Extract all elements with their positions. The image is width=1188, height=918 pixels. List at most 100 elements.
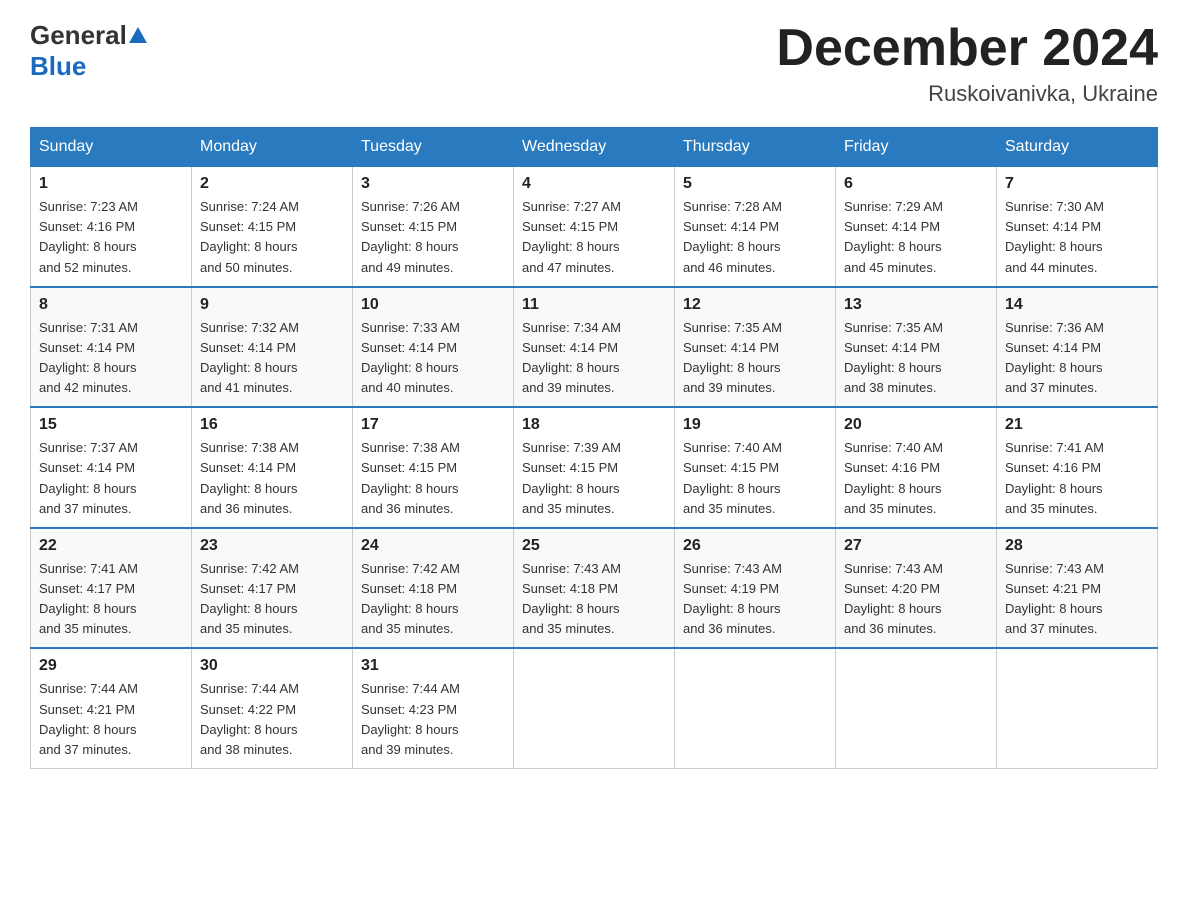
- day-info: Sunrise: 7:35 AM Sunset: 4:14 PM Dayligh…: [683, 318, 827, 399]
- day-info: Sunrise: 7:31 AM Sunset: 4:14 PM Dayligh…: [39, 318, 183, 399]
- calendar-cell: 29 Sunrise: 7:44 AM Sunset: 4:21 PM Dayl…: [31, 648, 192, 768]
- title-block: December 2024 Ruskoivanivka, Ukraine: [776, 20, 1158, 107]
- header-tuesday: Tuesday: [353, 128, 514, 167]
- calendar-cell: 21 Sunrise: 7:41 AM Sunset: 4:16 PM Dayl…: [997, 407, 1158, 528]
- calendar-cell: 14 Sunrise: 7:36 AM Sunset: 4:14 PM Dayl…: [997, 287, 1158, 408]
- day-number: 26: [683, 537, 827, 555]
- calendar-cell: 26 Sunrise: 7:43 AM Sunset: 4:19 PM Dayl…: [675, 528, 836, 649]
- week-row-2: 8 Sunrise: 7:31 AM Sunset: 4:14 PM Dayli…: [31, 287, 1158, 408]
- day-info: Sunrise: 7:44 AM Sunset: 4:22 PM Dayligh…: [200, 679, 344, 760]
- calendar-cell: 17 Sunrise: 7:38 AM Sunset: 4:15 PM Dayl…: [353, 407, 514, 528]
- day-info: Sunrise: 7:44 AM Sunset: 4:23 PM Dayligh…: [361, 679, 505, 760]
- calendar-cell: 6 Sunrise: 7:29 AM Sunset: 4:14 PM Dayli…: [836, 167, 997, 287]
- day-number: 11: [522, 296, 666, 314]
- day-number: 29: [39, 657, 183, 675]
- day-number: 28: [1005, 537, 1149, 555]
- day-info: Sunrise: 7:32 AM Sunset: 4:14 PM Dayligh…: [200, 318, 344, 399]
- header-monday: Monday: [192, 128, 353, 167]
- day-number: 24: [361, 537, 505, 555]
- calendar-cell: 20 Sunrise: 7:40 AM Sunset: 4:16 PM Dayl…: [836, 407, 997, 528]
- calendar-cell: 28 Sunrise: 7:43 AM Sunset: 4:21 PM Dayl…: [997, 528, 1158, 649]
- day-number: 1: [39, 175, 183, 193]
- day-info: Sunrise: 7:42 AM Sunset: 4:18 PM Dayligh…: [361, 559, 505, 640]
- calendar-cell: 25 Sunrise: 7:43 AM Sunset: 4:18 PM Dayl…: [514, 528, 675, 649]
- week-row-5: 29 Sunrise: 7:44 AM Sunset: 4:21 PM Dayl…: [31, 648, 1158, 768]
- day-info: Sunrise: 7:43 AM Sunset: 4:19 PM Dayligh…: [683, 559, 827, 640]
- day-info: Sunrise: 7:43 AM Sunset: 4:21 PM Dayligh…: [1005, 559, 1149, 640]
- day-number: 30: [200, 657, 344, 675]
- day-number: 6: [844, 175, 988, 193]
- day-number: 2: [200, 175, 344, 193]
- calendar-cell: 23 Sunrise: 7:42 AM Sunset: 4:17 PM Dayl…: [192, 528, 353, 649]
- logo: General Blue: [30, 20, 147, 82]
- day-info: Sunrise: 7:29 AM Sunset: 4:14 PM Dayligh…: [844, 197, 988, 278]
- calendar-cell: [836, 648, 997, 768]
- day-info: Sunrise: 7:34 AM Sunset: 4:14 PM Dayligh…: [522, 318, 666, 399]
- day-info: Sunrise: 7:28 AM Sunset: 4:14 PM Dayligh…: [683, 197, 827, 278]
- logo-arrow-icon: [129, 27, 147, 43]
- day-number: 19: [683, 416, 827, 434]
- day-number: 13: [844, 296, 988, 314]
- calendar-cell: 4 Sunrise: 7:27 AM Sunset: 4:15 PM Dayli…: [514, 167, 675, 287]
- calendar-cell: 22 Sunrise: 7:41 AM Sunset: 4:17 PM Dayl…: [31, 528, 192, 649]
- day-info: Sunrise: 7:26 AM Sunset: 4:15 PM Dayligh…: [361, 197, 505, 278]
- day-number: 17: [361, 416, 505, 434]
- day-info: Sunrise: 7:44 AM Sunset: 4:21 PM Dayligh…: [39, 679, 183, 760]
- logo-blue-text: Blue: [30, 51, 147, 82]
- day-number: 20: [844, 416, 988, 434]
- calendar-cell: 3 Sunrise: 7:26 AM Sunset: 4:15 PM Dayli…: [353, 167, 514, 287]
- day-info: Sunrise: 7:23 AM Sunset: 4:16 PM Dayligh…: [39, 197, 183, 278]
- day-info: Sunrise: 7:27 AM Sunset: 4:15 PM Dayligh…: [522, 197, 666, 278]
- day-info: Sunrise: 7:24 AM Sunset: 4:15 PM Dayligh…: [200, 197, 344, 278]
- calendar-cell: 16 Sunrise: 7:38 AM Sunset: 4:14 PM Dayl…: [192, 407, 353, 528]
- day-number: 18: [522, 416, 666, 434]
- day-info: Sunrise: 7:38 AM Sunset: 4:15 PM Dayligh…: [361, 438, 505, 519]
- calendar-cell: 30 Sunrise: 7:44 AM Sunset: 4:22 PM Dayl…: [192, 648, 353, 768]
- calendar-cell: 12 Sunrise: 7:35 AM Sunset: 4:14 PM Dayl…: [675, 287, 836, 408]
- header-thursday: Thursday: [675, 128, 836, 167]
- day-number: 4: [522, 175, 666, 193]
- week-row-4: 22 Sunrise: 7:41 AM Sunset: 4:17 PM Dayl…: [31, 528, 1158, 649]
- header-row: SundayMondayTuesdayWednesdayThursdayFrid…: [31, 128, 1158, 167]
- calendar-cell: 15 Sunrise: 7:37 AM Sunset: 4:14 PM Dayl…: [31, 407, 192, 528]
- header-wednesday: Wednesday: [514, 128, 675, 167]
- day-info: Sunrise: 7:37 AM Sunset: 4:14 PM Dayligh…: [39, 438, 183, 519]
- header-friday: Friday: [836, 128, 997, 167]
- logo-general-text: General: [30, 20, 127, 51]
- day-info: Sunrise: 7:40 AM Sunset: 4:15 PM Dayligh…: [683, 438, 827, 519]
- calendar-cell: 2 Sunrise: 7:24 AM Sunset: 4:15 PM Dayli…: [192, 167, 353, 287]
- page-header: General Blue December 2024 Ruskoivanivka…: [30, 20, 1158, 107]
- day-info: Sunrise: 7:41 AM Sunset: 4:16 PM Dayligh…: [1005, 438, 1149, 519]
- day-info: Sunrise: 7:35 AM Sunset: 4:14 PM Dayligh…: [844, 318, 988, 399]
- week-row-3: 15 Sunrise: 7:37 AM Sunset: 4:14 PM Dayl…: [31, 407, 1158, 528]
- month-title: December 2024: [776, 20, 1158, 77]
- week-row-1: 1 Sunrise: 7:23 AM Sunset: 4:16 PM Dayli…: [31, 167, 1158, 287]
- calendar-cell: 8 Sunrise: 7:31 AM Sunset: 4:14 PM Dayli…: [31, 287, 192, 408]
- day-number: 9: [200, 296, 344, 314]
- calendar-cell: 24 Sunrise: 7:42 AM Sunset: 4:18 PM Dayl…: [353, 528, 514, 649]
- day-number: 27: [844, 537, 988, 555]
- calendar-table: SundayMondayTuesdayWednesdayThursdayFrid…: [30, 127, 1158, 769]
- day-info: Sunrise: 7:33 AM Sunset: 4:14 PM Dayligh…: [361, 318, 505, 399]
- calendar-cell: 27 Sunrise: 7:43 AM Sunset: 4:20 PM Dayl…: [836, 528, 997, 649]
- header-saturday: Saturday: [997, 128, 1158, 167]
- day-number: 8: [39, 296, 183, 314]
- calendar-cell: [514, 648, 675, 768]
- day-number: 23: [200, 537, 344, 555]
- day-info: Sunrise: 7:43 AM Sunset: 4:18 PM Dayligh…: [522, 559, 666, 640]
- day-number: 22: [39, 537, 183, 555]
- day-number: 10: [361, 296, 505, 314]
- day-number: 31: [361, 657, 505, 675]
- day-number: 25: [522, 537, 666, 555]
- day-info: Sunrise: 7:43 AM Sunset: 4:20 PM Dayligh…: [844, 559, 988, 640]
- calendar-cell: 19 Sunrise: 7:40 AM Sunset: 4:15 PM Dayl…: [675, 407, 836, 528]
- day-number: 12: [683, 296, 827, 314]
- location-title: Ruskoivanivka, Ukraine: [776, 81, 1158, 107]
- day-info: Sunrise: 7:42 AM Sunset: 4:17 PM Dayligh…: [200, 559, 344, 640]
- header-sunday: Sunday: [31, 128, 192, 167]
- day-number: 7: [1005, 175, 1149, 193]
- day-number: 16: [200, 416, 344, 434]
- calendar-cell: [997, 648, 1158, 768]
- calendar-cell: 7 Sunrise: 7:30 AM Sunset: 4:14 PM Dayli…: [997, 167, 1158, 287]
- day-number: 5: [683, 175, 827, 193]
